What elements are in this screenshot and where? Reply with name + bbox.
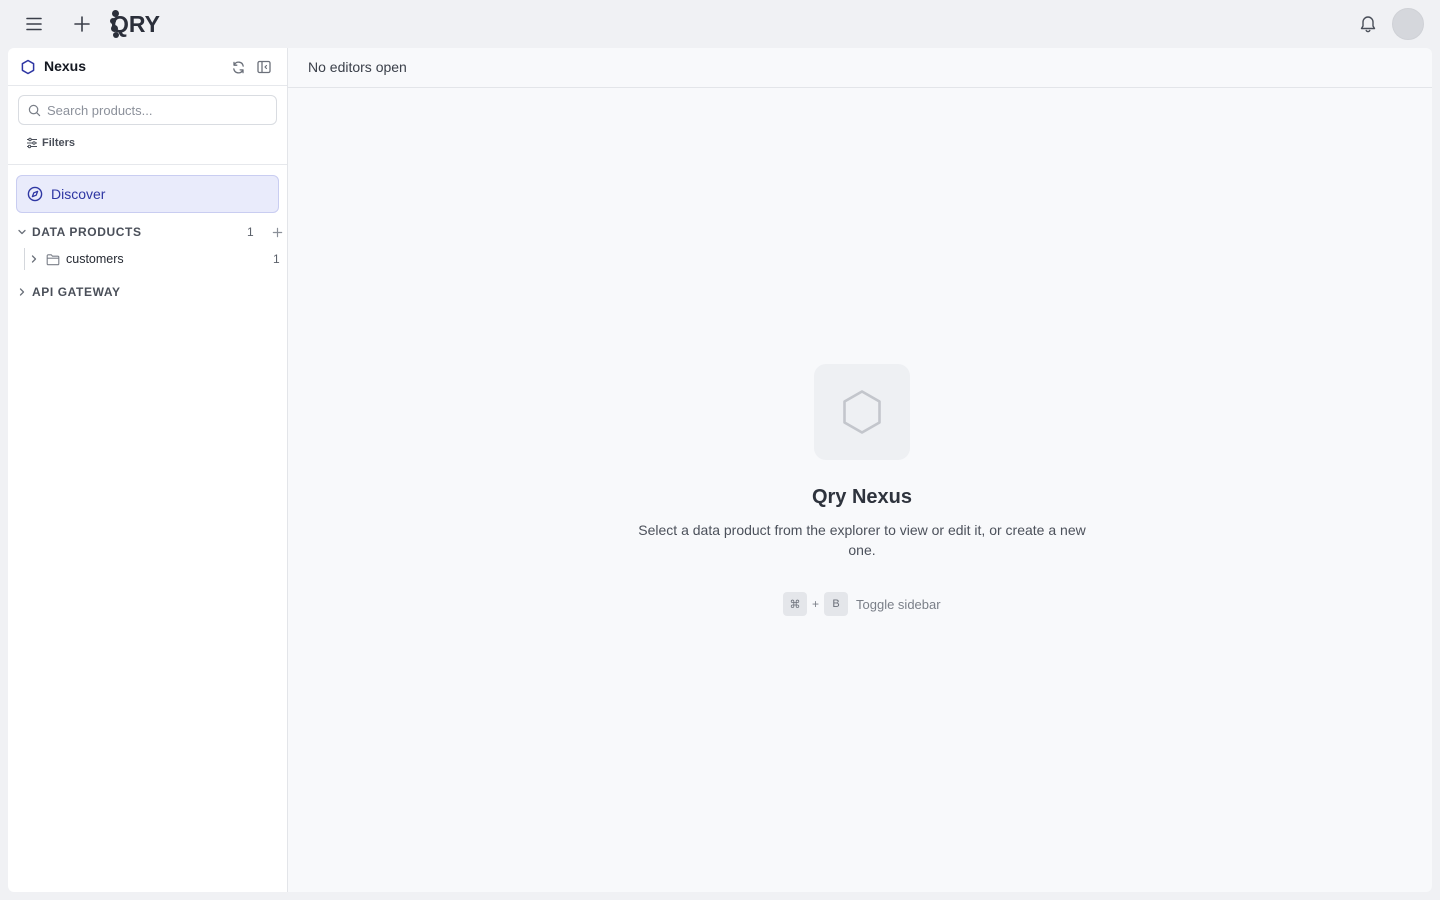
chevron-right-icon: [28, 253, 40, 265]
top-bar: QRY: [0, 0, 1440, 48]
plus-icon: [272, 227, 282, 237]
logo-mark: [110, 9, 119, 39]
divider: [8, 164, 287, 165]
editor-area: No editors open Qry Nexus Select a data …: [288, 48, 1432, 892]
refresh-button[interactable]: [229, 59, 247, 75]
refresh-icon: [232, 60, 244, 74]
editor-tab-strip: No editors open: [288, 48, 1432, 88]
no-editors-text: No editors open: [308, 59, 407, 75]
plus-icon: [74, 16, 90, 32]
discover-label: Discover: [51, 186, 106, 202]
hexagon-icon: [20, 59, 36, 75]
shortcut-label: Toggle sidebar: [856, 596, 941, 612]
sidebar-header: Nexus: [8, 48, 287, 86]
discover-nav-item[interactable]: Discover: [16, 175, 279, 213]
section-api-gateway[interactable]: API GATEWAY: [16, 283, 282, 301]
tree-item-count: 1: [273, 252, 280, 266]
panel-left-icon: [257, 60, 271, 74]
search-icon: [27, 103, 41, 117]
filters-button[interactable]: Filters: [26, 135, 75, 151]
new-button[interactable]: [66, 8, 98, 40]
chevron-right-icon: [19, 288, 25, 296]
section-label: DATA PRODUCTS: [32, 225, 142, 239]
kbd-b: B: [824, 592, 849, 616]
empty-state-description: Select a data product from the explorer …: [638, 522, 1086, 558]
hexagon-icon: [843, 390, 881, 434]
kbd-command: ⌘: [783, 592, 807, 616]
sidebar-title: Nexus: [44, 58, 87, 74]
tree-item-customers[interactable]: customers 1: [16, 248, 282, 270]
section-label: API GATEWAY: [32, 285, 121, 299]
sidebar: Nexus Filters Discover DATA PRODUCTS 1: [8, 48, 288, 892]
tree-item-label: customers: [66, 252, 124, 266]
empty-state-icon-box: [814, 364, 910, 460]
folder-icon: [46, 253, 60, 266]
add-data-product-button[interactable]: [271, 226, 283, 238]
section-count: 1: [247, 225, 254, 239]
sliders-icon: [27, 137, 37, 149]
shortcut-hint: ⌘ + B Toggle sidebar: [783, 592, 941, 616]
filters-label: Filters: [42, 137, 76, 149]
chevron-down-icon: [18, 229, 26, 235]
menu-icon: [26, 17, 42, 31]
collapse-sidebar-button[interactable]: [255, 59, 273, 75]
avatar[interactable]: [1392, 8, 1424, 40]
search-input[interactable]: [47, 96, 272, 124]
kbd-plus: +: [812, 597, 820, 611]
compass-icon: [27, 186, 43, 202]
empty-state-title: Qry Nexus: [811, 486, 913, 508]
bell-icon: [1360, 16, 1376, 33]
qry-logo[interactable]: QRY: [110, 9, 160, 39]
section-data-products[interactable]: DATA PRODUCTS 1: [16, 223, 282, 241]
notifications-button[interactable]: [1352, 8, 1384, 40]
menu-button[interactable]: [18, 8, 50, 40]
search-field[interactable]: [18, 95, 277, 125]
